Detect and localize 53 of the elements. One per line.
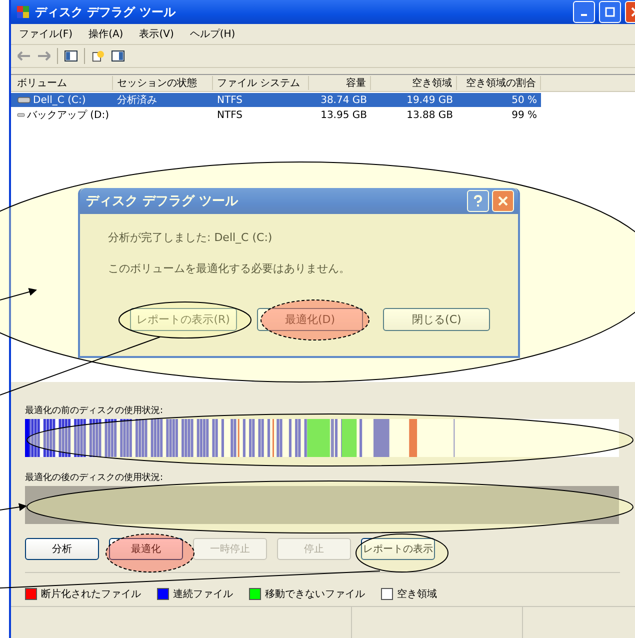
legend-label: 空き領域 — [397, 588, 437, 601]
table-cell: NTFS — [217, 110, 243, 120]
menu-item[interactable]: 操作(A) — [88, 27, 124, 41]
legend-label: 断片化されたファイル — [41, 588, 141, 601]
panel-icon[interactable] — [64, 50, 78, 62]
table-cell: Dell_C (C:) — [33, 94, 86, 106]
dialog-button[interactable]: 閉じる(C) — [383, 308, 490, 331]
legend-label: 連続ファイル — [173, 588, 233, 601]
drive-icon — [17, 96, 31, 104]
maximize-icon — [605, 7, 615, 17]
column-header[interactable]: ボリューム — [13, 76, 113, 90]
table-cell: 13.88 GB — [406, 110, 453, 120]
map-label: 最適化の前のディスクの使用状況: — [25, 404, 164, 417]
close-button[interactable] — [492, 190, 514, 212]
menu-item[interactable]: ファイル(F) — [19, 27, 73, 41]
table-cell: NTFS — [217, 94, 243, 106]
action-button[interactable]: レポートの表示 — [361, 538, 435, 560]
app-icon — [15, 4, 31, 20]
minimize-button[interactable] — [573, 1, 595, 23]
dialog-title: ディスク デフラグ ツール — [86, 193, 238, 210]
dialog-message: 分析が完了しました: Dell_C (C:) — [108, 230, 274, 245]
back-arrow-icon[interactable] — [17, 50, 31, 62]
menu-item[interactable]: 表示(V) — [139, 27, 174, 41]
legend-label: 移動できないファイル — [265, 588, 365, 601]
column-header[interactable]: 空き領域の割合 — [457, 76, 541, 90]
annotation-arrow — [0, 503, 27, 512]
table-cell: 99 % — [512, 110, 537, 120]
column-header[interactable]: 空き領域 — [371, 76, 457, 90]
action-button[interactable]: 最適化 — [109, 538, 183, 560]
volume-row[interactable]: Dell_C (C:) 分析済み NTFS 38.74 GB 19.49 GB 50 % — [11, 93, 541, 107]
column-header[interactable]: セッションの状態 — [113, 76, 213, 90]
table-cell-text: バックアップ (D:) — [26, 108, 109, 122]
annotation-arrow — [0, 288, 37, 300]
column-header[interactable]: 容量 — [309, 76, 371, 90]
drive-icon — [17, 111, 25, 119]
close-icon — [498, 196, 508, 206]
table-cell: 50 % — [512, 94, 537, 106]
action-button[interactable]: 分析 — [25, 538, 99, 560]
window-title: ディスク デフラグ ツール — [35, 4, 176, 20]
forward-arrow-icon[interactable] — [37, 50, 51, 62]
table-cell: 38.74 GB — [320, 94, 367, 106]
panel-icon[interactable] — [111, 50, 125, 62]
maximize-button[interactable] — [599, 1, 621, 23]
table-cell: 19.49 GB — [406, 94, 453, 106]
table-cell-text: 分析済み — [117, 94, 157, 107]
minimize-icon — [581, 14, 587, 16]
dialog-message: このボリュームを最適化する必要はありません。 — [108, 261, 351, 276]
table-cell: 13.95 GB — [320, 110, 367, 120]
help-button[interactable] — [467, 190, 489, 212]
column-header[interactable]: ファイル システム — [213, 76, 309, 90]
map-label: 最適化の後のディスクの使用状況: — [25, 472, 164, 484]
menu-item[interactable]: ヘルプ(H) — [190, 27, 236, 41]
volume-row[interactable]: バックアップ (D:) NTFS 13.95 GB 13.88 GB 99 % — [11, 108, 541, 122]
